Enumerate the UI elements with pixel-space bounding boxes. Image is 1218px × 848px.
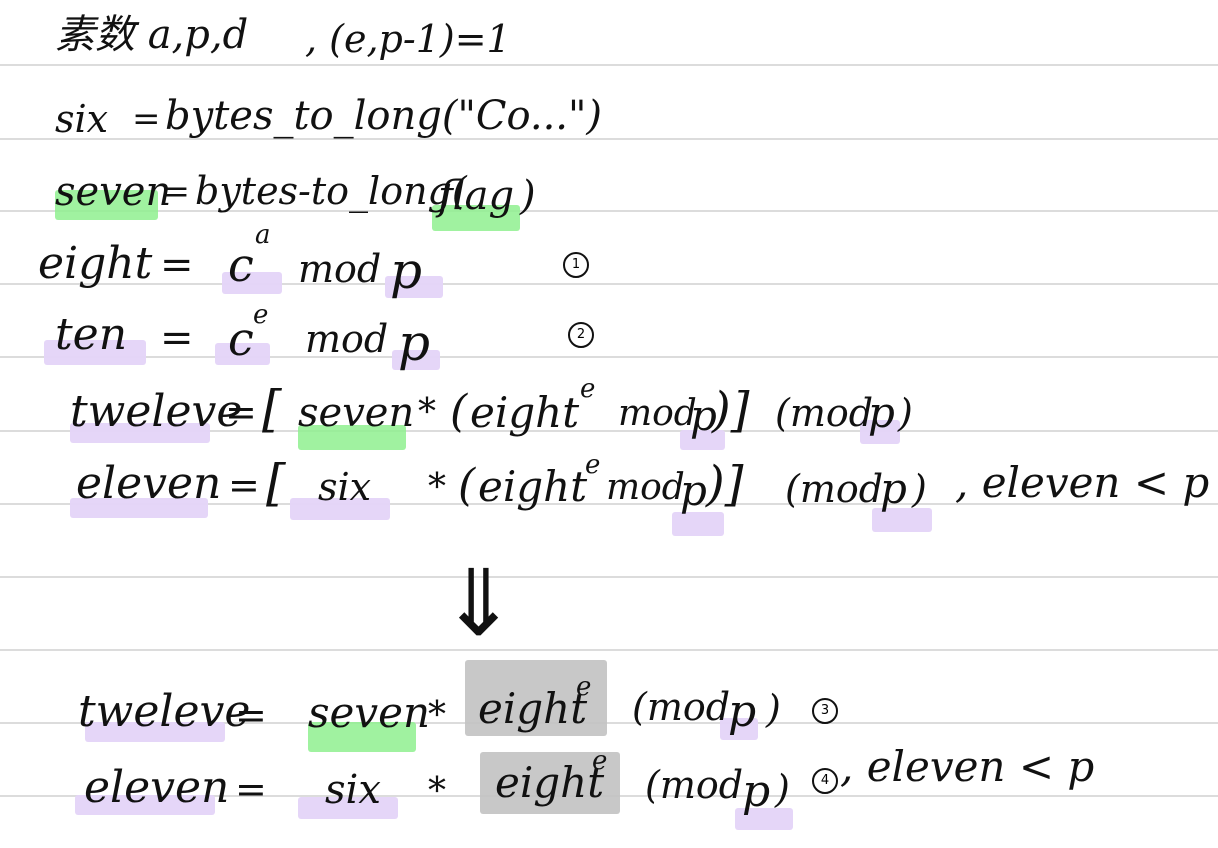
ruled-line [0,210,1218,212]
p-modulus: p [398,314,431,372]
seven-term: seven [298,390,415,436]
circled-number-2: 2 [568,322,594,348]
flag-arg: flag [438,173,515,219]
mod-tail: (mod [645,763,744,807]
mod-tail: (mod [632,685,731,729]
bracket-close: )] [712,382,750,438]
c-base: c [228,312,254,366]
eight-label: eight [38,238,153,289]
equals-sign: = [228,463,260,507]
bracket-close: )] [706,456,744,512]
bracket-open: [ [262,380,282,438]
multiply-sign: * [428,695,446,736]
ruled-line [0,64,1218,66]
multiply-sign: * [418,392,436,433]
exponent-e: e [580,374,596,404]
paren-close: ) [898,391,913,435]
paren-close: ) [775,767,790,811]
highlight-p [672,512,724,536]
paren-close: ) [520,173,536,219]
multiply-sign: * [428,771,446,812]
mod-tail: (mod [775,391,874,435]
eleven-condition: , eleven < p [840,742,1095,791]
eleven-label: eleven [84,762,230,813]
p-modulus: p [680,466,707,515]
circled-number-1: 1 [563,252,589,278]
p-tail: p [880,464,907,513]
p-modulus: p [728,686,757,737]
eight-term: eight [470,388,580,437]
six-term: six [318,465,372,509]
c-base: c [228,238,254,292]
equals-sign: = [160,242,194,288]
line1-left: 素数 a,p,d [55,12,249,58]
mod-op: mod [298,247,382,291]
p-modulus: p [742,766,771,817]
bracket-open: [ [266,454,286,512]
exponent-e: e [585,450,601,480]
equals-sign: = [235,693,267,737]
paren-close: ) [912,467,927,511]
six-term: six [325,767,381,813]
ruled-line [0,576,1218,578]
eight-term: eight [478,684,588,733]
exponent-e: e [592,746,608,776]
eight-term: eight [478,462,588,511]
p-modulus: p [390,242,423,300]
exponent-e: e [253,300,269,330]
equals-sign: = [163,172,190,210]
equals-sign: = [160,315,194,361]
multiply-sign: * [428,467,446,508]
mod-tail: (mod [785,467,884,511]
ruled-line [0,649,1218,651]
implies-arrow: ⇓ [440,550,518,657]
mod-op: mod [305,317,389,361]
eight-term: eight [495,758,605,807]
p-tail: p [868,388,895,437]
exponent-a: a [255,220,271,250]
seven-term: seven [308,688,431,737]
six-label: six [55,97,109,141]
eleven-condition: , eleven < p [955,458,1210,507]
tweleve-label: tweleve [78,686,251,737]
paren-close: ) [766,687,781,731]
circled-number-4: 4 [812,768,838,794]
paren-open: ( [450,386,468,437]
seven-label: seven [55,169,172,215]
mod-op: mod [606,467,685,508]
ten-label: ten [55,309,128,360]
line1-right: , (e,p-1)=1 [305,17,511,61]
circled-number-3: 3 [812,698,838,724]
six-definition: bytes_to_long("Co...") [165,93,603,139]
eleven-label: eleven [76,458,222,509]
equals-sign: = [225,390,257,434]
equals-sign: = [235,767,267,811]
exponent-e: e [576,672,592,702]
mod-op: mod [618,393,697,434]
tweleve-label: tweleve [70,386,243,437]
seven-fn: bytes-to_long( [195,169,467,213]
paren-open: ( [458,460,476,511]
equals-sign: = [132,99,161,139]
